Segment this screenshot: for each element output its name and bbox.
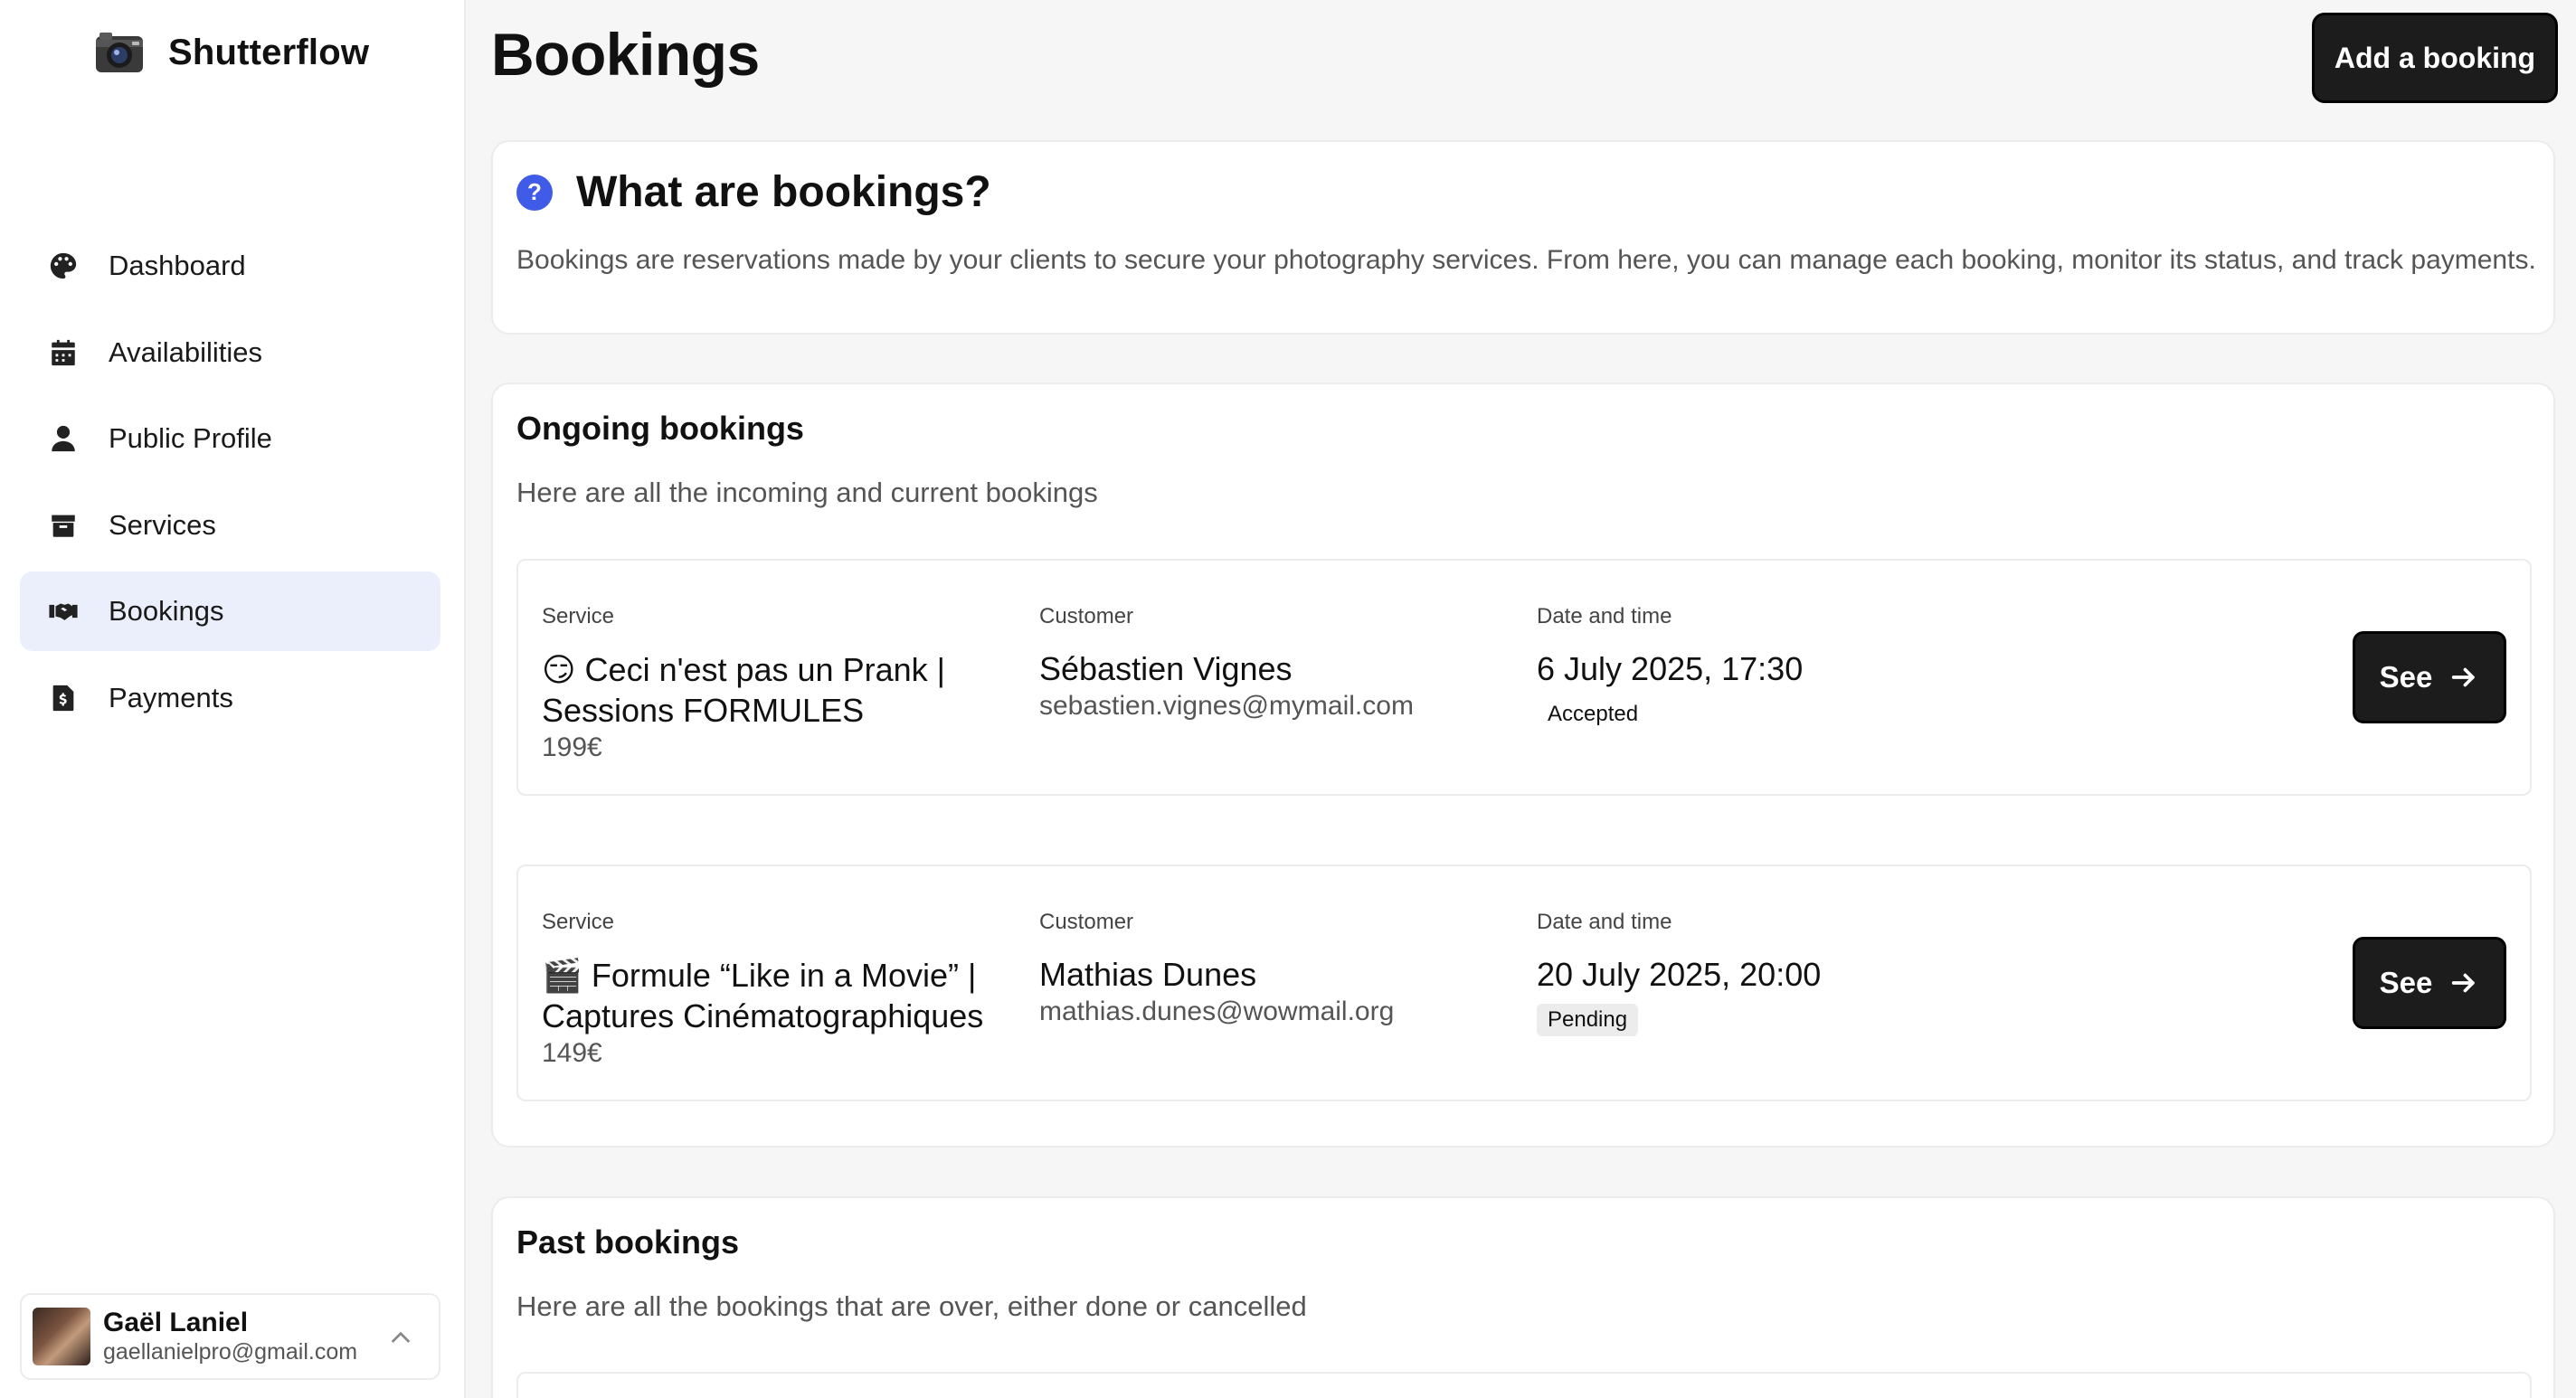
main-content: Bookings Add a booking ? What are bookin… — [466, 0, 2576, 1398]
sidebar-item-dashboard[interactable]: Dashboard — [20, 226, 440, 306]
booking-row: Service 🎬 Formule “Like in a Movie” | Ca… — [516, 864, 2532, 1101]
box-icon — [47, 509, 80, 542]
arrow-right-icon — [2452, 667, 2476, 687]
status-badge: Accepted — [1548, 702, 1639, 726]
service-name: 🎬 Formule “Like in a Movie” | Captures C… — [542, 955, 1012, 1036]
past-booking-row — [516, 1372, 2532, 1398]
customer-email: sebastien.vignes@mymail.com — [1039, 691, 1414, 721]
service-column: Service 🎬 Formule “Like in a Movie” | Ca… — [542, 910, 1012, 1071]
customer-email: mathias.dunes@wowmail.org — [1039, 997, 1395, 1026]
service-price: 149€ — [542, 1038, 602, 1068]
sidebar-item-label: Services — [109, 508, 216, 541]
customer-label: Customer — [1039, 604, 1134, 628]
customer-name: Sébastien Vignes — [1039, 650, 1293, 687]
booking-row: Service 😏 Ceci n'est pas un Prank | Sess… — [516, 559, 2532, 796]
see-booking-button[interactable]: See — [2353, 631, 2506, 723]
sidebar-item-label: Dashboard — [109, 250, 246, 281]
service-emoji: 😏 — [542, 651, 576, 688]
customer-label: Customer — [1039, 910, 1134, 934]
booking-date: 20 July 2025, 20:00 — [1537, 956, 1822, 993]
info-title: What are bookings? — [576, 168, 991, 216]
ongoing-title: Ongoing bookings — [516, 410, 804, 447]
customer-name: Mathias Dunes — [1039, 956, 1257, 993]
service-price: 199€ — [542, 732, 602, 762]
user-menu[interactable]: Gaël Laniel gaellanielpro@gmail.com — [20, 1293, 440, 1380]
status-badge: Pending — [1537, 1004, 1639, 1036]
past-title: Past bookings — [516, 1223, 740, 1261]
add-booking-button[interactable]: Add a booking — [2312, 13, 2558, 103]
user-icon — [47, 422, 80, 455]
sidebar-item-payments[interactable]: Payments — [20, 658, 440, 738]
brand[interactable]: Shutterflow — [94, 25, 369, 80]
ongoing-subtitle: Here are all the incoming and current bo… — [516, 477, 1098, 508]
arrow-right-icon — [2452, 973, 2476, 993]
date-label: Date and time — [1537, 604, 1672, 628]
invoice-icon — [47, 682, 80, 714]
customer-column: Customer Mathias Dunes mathias.dunes@wow… — [1039, 910, 1510, 1029]
sidebar-item-availabilities[interactable]: Availabilities — [20, 313, 440, 392]
past-subtitle: Here are all the bookings that are over,… — [516, 1290, 1307, 1322]
sidebar-item-label: Public Profile — [109, 422, 272, 455]
sidebar-item-services[interactable]: Services — [20, 486, 440, 565]
sidebar-item-bookings[interactable]: Bookings — [20, 571, 440, 652]
past-bookings-card: Past bookings Here are all the bookings … — [491, 1196, 2555, 1398]
chevron-up-icon[interactable] — [386, 1324, 415, 1353]
info-header: ? What are bookings? — [516, 167, 991, 217]
calendar-icon — [47, 336, 80, 369]
service-title: Ceci n'est pas un Prank | Sessions FORMU… — [542, 651, 945, 729]
service-label: Service — [542, 604, 615, 628]
camera-logo-icon — [96, 33, 143, 72]
sidebar-item-public-profile[interactable]: Public Profile — [20, 399, 440, 478]
date-label: Date and time — [1537, 910, 1672, 934]
sidebar-nav: Dashboard Availabilities Public Profile … — [20, 226, 440, 745]
info-description: Bookings are reservations made by your c… — [516, 245, 2536, 275]
help-icon: ? — [516, 174, 553, 211]
avatar — [33, 1308, 90, 1365]
see-button-label: See — [2379, 660, 2433, 694]
sidebar-item-label: Payments — [109, 681, 233, 713]
customer-column: Customer Sébastien Vignes sebastien.vign… — [1039, 604, 1510, 723]
user-email: gaellanielpro@gmail.com — [103, 1339, 358, 1365]
service-name: 😏 Ceci n'est pas un Prank | Sessions FOR… — [542, 649, 1012, 731]
user-meta: Gaël Laniel gaellanielpro@gmail.com — [103, 1308, 357, 1365]
sidebar-item-label: Availabilities — [109, 335, 263, 368]
date-column: Date and time 6 July 2025, 17:30 Accepte… — [1537, 604, 2079, 731]
info-card: ? What are bookings? Bookings are reserv… — [491, 140, 2555, 335]
service-title: Formule “Like in a Movie” | Captures Cin… — [542, 957, 984, 1034]
see-button-label: See — [2379, 966, 2433, 999]
user-name: Gaël Laniel — [103, 1308, 249, 1337]
service-label: Service — [542, 910, 615, 934]
service-column: Service 😏 Ceci n'est pas un Prank | Sess… — [542, 604, 1012, 765]
palette-icon — [47, 250, 80, 282]
booking-date: 6 July 2025, 17:30 — [1537, 650, 1804, 687]
page-title: Bookings — [491, 21, 760, 88]
brand-name: Shutterflow — [168, 32, 370, 72]
ongoing-bookings-card: Ongoing bookings Here are all the incomi… — [491, 383, 2555, 1148]
sidebar: Shutterflow Dashboard Availabilities Pub… — [0, 0, 466, 1398]
date-column: Date and time 20 July 2025, 20:00 Pendin… — [1537, 910, 2079, 1036]
handshake-icon — [47, 595, 80, 628]
see-booking-button[interactable]: See — [2353, 937, 2506, 1029]
service-emoji: 🎬 — [542, 957, 582, 994]
sidebar-item-label: Bookings — [109, 595, 224, 628]
